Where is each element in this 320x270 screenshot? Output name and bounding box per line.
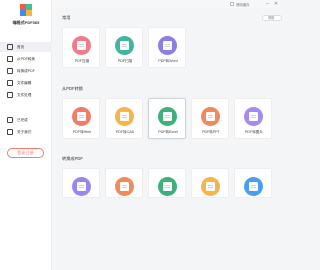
sidebar-item-label: 首页 — [17, 44, 25, 49]
tool-card-to-pdf-1[interactable] — [62, 168, 100, 198]
tool-card-pdf-to-cad[interactable]: PDF转CAD — [105, 98, 143, 139]
home-icon — [7, 44, 13, 50]
tool-card-pdf-to-ppt[interactable]: PDF转PPT — [191, 98, 229, 139]
sidebar-item-done[interactable]: 已完成 — [0, 115, 52, 125]
pdf-compress-icon — [72, 36, 91, 55]
sidebar-item-label: 已完成 — [17, 117, 28, 122]
tool-card-pdf-to-image[interactable]: PDF转图片 — [234, 98, 272, 139]
help-button[interactable]: 帮助 — [262, 15, 282, 21]
sidebar-item-label: 转换成PDF — [17, 68, 35, 73]
sidebar-item-label: 从PDF转换 — [17, 56, 35, 61]
tool-card-label: PDF转Word — [158, 59, 178, 63]
tool-card-to-pdf-4[interactable] — [191, 168, 229, 198]
sidebar-item-convert-to-pdf[interactable]: 转换成PDF — [0, 66, 52, 76]
tool-card-to-pdf-3[interactable] — [148, 168, 186, 198]
section-title-from-pdf: 从PDF转换 — [62, 86, 83, 91]
section-title-common: 常用 — [62, 15, 71, 20]
to-pdf-icon — [115, 177, 134, 196]
tool-card-label: PDF转Excel — [158, 130, 178, 134]
tool-card-label: PDF转CAD — [115, 130, 135, 134]
clear-cache-label: 清除缓存 — [236, 3, 250, 7]
pdf-to-cad-icon — [115, 107, 134, 126]
to-pdf-icon — [244, 177, 263, 196]
sidebar-item-label: 文件处理 — [17, 92, 32, 97]
tool-card-label: PDF压缩 — [74, 59, 90, 63]
tool-card-pdf-to-excel[interactable]: PDF转Excel — [148, 98, 186, 139]
done-icon — [7, 117, 13, 123]
sidebar-item-home[interactable]: 首页 — [0, 42, 52, 52]
sidebar-item-about[interactable]: 关于我们 — [0, 127, 52, 137]
tool-card-label: PDF转Html — [72, 130, 92, 134]
sidebar-item-process-file[interactable]: 文件处理 — [0, 90, 52, 100]
pdf-to-word-icon — [158, 36, 177, 55]
sidebar-item-label: 文件编辑 — [17, 80, 32, 85]
minimize-button[interactable]: – — [266, 1, 269, 7]
about-icon — [7, 129, 13, 135]
sidebar-item-label: 关于我们 — [17, 129, 32, 134]
edit-file-icon — [7, 80, 13, 86]
tool-card-pdf-to-html[interactable]: PDF转Html — [62, 98, 100, 139]
to-pdf-icon — [201, 177, 220, 196]
tool-card-pdf-to-word[interactable]: PDF转Word — [148, 27, 186, 68]
tool-card-label: PDF转图片 — [245, 130, 263, 134]
logo-square-yellow — [26, 10, 32, 16]
close-button[interactable]: ✕ — [274, 1, 278, 7]
app-logo — [20, 4, 32, 16]
convert-to-pdf-icon — [7, 68, 13, 74]
sidebar-item-edit-file[interactable]: 文件编辑 — [0, 78, 52, 88]
tool-card-to-pdf-2[interactable] — [105, 168, 143, 198]
tool-card-to-pdf-5[interactable] — [234, 168, 272, 198]
to-pdf-icon — [158, 177, 177, 196]
tool-card-pdf-compress[interactable]: PDF压缩 — [62, 27, 100, 68]
convert-from-pdf-icon — [7, 56, 13, 62]
login-button[interactable]: 登录/注册 — [7, 148, 44, 158]
section-title-to-pdf: 转换成PDF — [62, 156, 83, 161]
to-pdf-icon — [72, 177, 91, 196]
sidebar: 嗨格式PDF365 首页 从PDF转换 转换成PDF 文件编辑 文件处理 已完成… — [0, 0, 52, 270]
pdf-to-image-icon — [244, 107, 263, 126]
pdf-to-excel-icon — [158, 107, 177, 126]
tool-card-pdf-scan[interactable]: PDF扫描 — [105, 27, 143, 68]
process-file-icon — [7, 92, 13, 98]
pdf-scan-icon — [115, 36, 134, 55]
app-name: 嗨格式PDF365 — [12, 20, 40, 25]
tool-card-label: PDF扫描 — [117, 59, 133, 63]
tool-card-label: PDF转PPT — [202, 130, 220, 134]
title-bar: 清除缓存 – ✕ — [52, 0, 280, 8]
clear-cache-checkbox[interactable] — [230, 2, 234, 6]
pdf-to-html-icon — [72, 107, 91, 126]
sidebar-item-convert-from-pdf[interactable]: 从PDF转换 — [0, 54, 52, 64]
pdf-to-ppt-icon — [201, 107, 220, 126]
